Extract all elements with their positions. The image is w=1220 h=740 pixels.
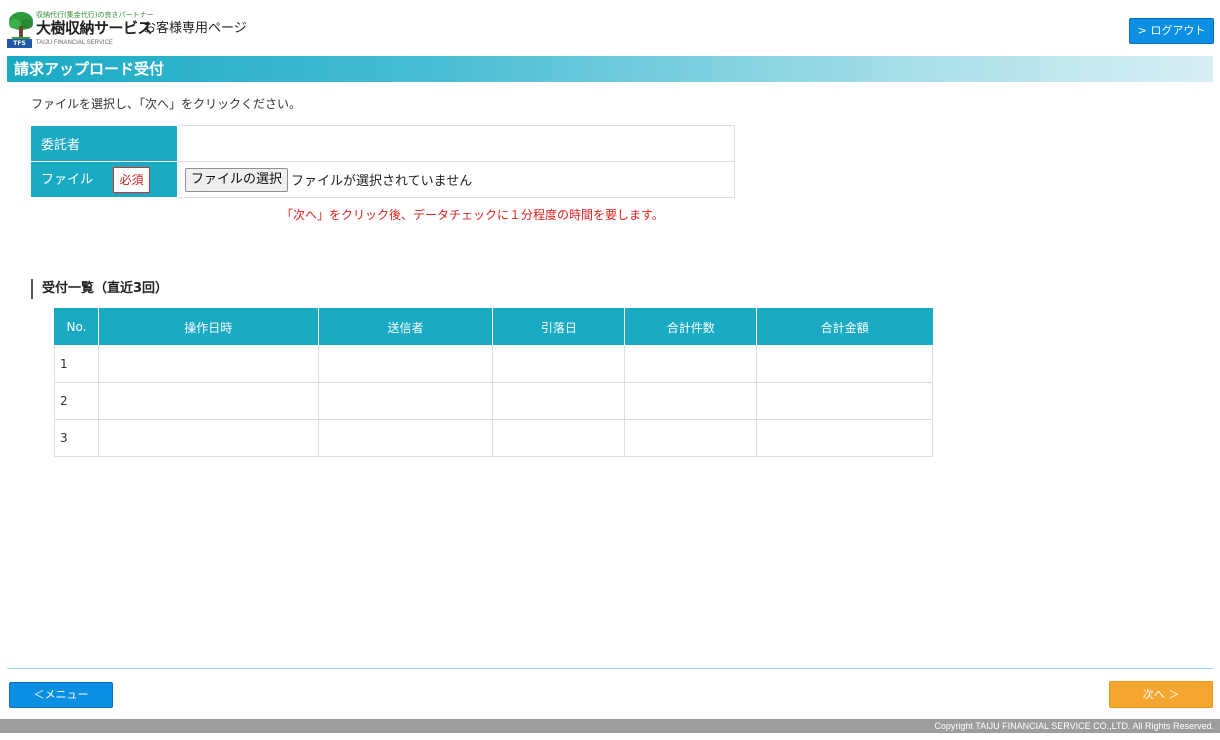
column-header-no: No. — [54, 308, 99, 346]
customer-page-label: お客様専用ページ — [143, 21, 247, 36]
cell-sender — [317, 419, 494, 457]
cell-withdrawal-date — [492, 345, 626, 383]
cell-total-amount — [756, 345, 933, 383]
cell-no: 1 — [54, 345, 99, 383]
logo-english-name: TAIJU FINANCIAL SERVICE — [36, 40, 113, 46]
history-heading: 受付一覧（直近3回） — [31, 279, 168, 299]
column-header-operation-datetime: 操作日時 — [97, 308, 319, 346]
file-row: ファイル 必須 ファイルの選択 ファイルが選択されていません — [31, 161, 735, 198]
logout-button[interactable]: > ログアウト — [1129, 18, 1214, 44]
history-header-row: No. 操作日時 送信者 引落日 合計件数 合計金額 — [54, 308, 933, 346]
upload-form-table: 委託者 ファイル 必須 ファイルの選択 ファイルが選択されていません — [31, 125, 735, 198]
table-row: 3 — [54, 419, 933, 457]
cell-total-amount — [756, 382, 933, 420]
cell-withdrawal-date — [492, 419, 626, 457]
file-status-text: ファイルが選択されていません — [291, 174, 473, 189]
cell-no: 3 — [54, 419, 99, 457]
column-header-sender: 送信者 — [317, 308, 494, 346]
required-badge: 必須 — [113, 166, 151, 193]
cell-total-count — [624, 382, 758, 420]
consignor-value — [177, 125, 735, 162]
consignor-label-text: 委託者 — [41, 138, 81, 153]
consignor-label: 委託者 — [31, 125, 178, 162]
next-button[interactable]: 次へ ＞ — [1109, 681, 1213, 708]
cell-sender — [317, 382, 494, 420]
cell-operation-datetime — [97, 345, 319, 383]
instruction-text: ファイルを選択し、「次へ」をクリックください。 — [31, 97, 302, 111]
file-input-cell: ファイルの選択 ファイルが選択されていません — [177, 161, 735, 198]
copyright-bar: Copyright TAIJU FINANCIAL SERVICE CO.,LT… — [0, 719, 1220, 733]
cell-total-count — [624, 345, 758, 383]
table-row: 1 — [54, 345, 933, 383]
logo-company-name: 大樹収納サービス — [36, 19, 153, 37]
cell-operation-datetime — [97, 419, 319, 457]
file-label-text: ファイル — [41, 172, 94, 187]
page-title: 請求アップロード受付 — [14, 60, 165, 78]
page-title-bar: 請求アップロード受付 — [7, 56, 1213, 82]
column-header-total-count: 合計件数 — [624, 308, 758, 346]
footer-divider — [7, 668, 1213, 669]
table-row: 2 — [54, 382, 933, 420]
column-header-total-amount: 合計金額 — [756, 308, 933, 346]
back-to-menu-button[interactable]: ＜メニュー — [9, 682, 113, 708]
page-header: 収納代行(集金代行)の良きパートナー 大樹収納サービス TFS TAIJU FI… — [0, 0, 1220, 54]
cell-operation-datetime — [97, 382, 319, 420]
cell-total-amount — [756, 419, 933, 457]
cell-withdrawal-date — [492, 382, 626, 420]
company-logo[interactable]: 収納代行(集金代行)の良きパートナー 大樹収納サービス TFS TAIJU FI… — [7, 10, 153, 48]
file-select-button[interactable]: ファイルの選択 — [185, 167, 289, 192]
column-header-withdrawal-date: 引落日 — [492, 308, 626, 346]
cell-no: 2 — [54, 382, 99, 420]
file-label: ファイル 必須 — [31, 161, 178, 198]
copyright-text: Copyright TAIJU FINANCIAL SERVICE CO.,LT… — [934, 721, 1214, 731]
consignor-row: 委託者 — [31, 125, 735, 162]
cell-sender — [317, 345, 494, 383]
cell-total-count — [624, 419, 758, 457]
history-table: No. 操作日時 送信者 引落日 合計件数 合計金額 1 2 3 — [54, 308, 933, 457]
logo-tagline: 収納代行(集金代行)の良きパートナー — [36, 11, 154, 19]
logo-tfs-badge: TFS — [7, 39, 32, 48]
processing-time-notice: 「次へ」をクリック後、データチェックに１分程度の時間を要します。 — [281, 208, 664, 222]
